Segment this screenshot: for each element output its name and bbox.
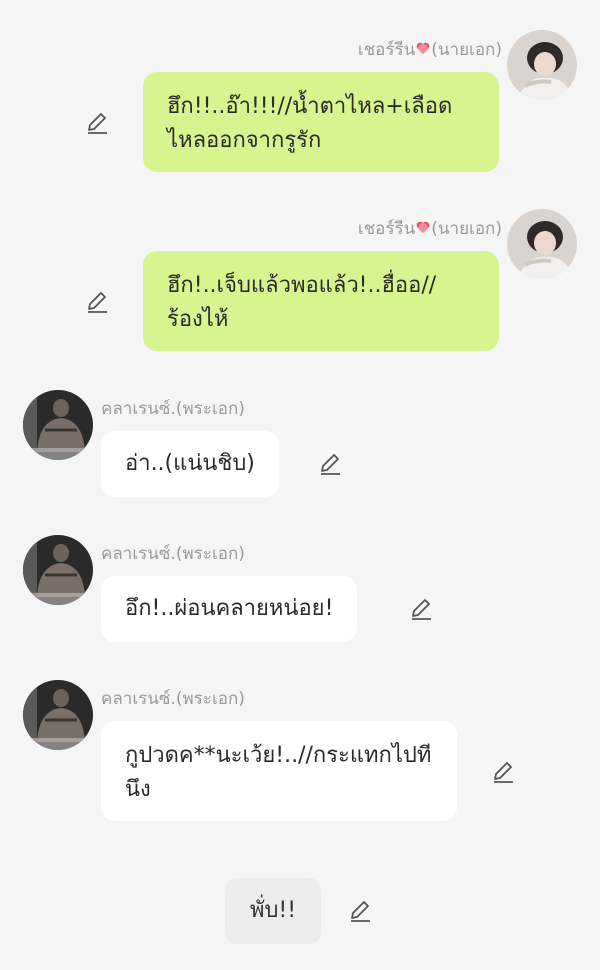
sender-name-text: เชอร์รีน <box>357 40 416 60</box>
sender-name: เชอร์รีน (นายเอก) <box>358 215 502 242</box>
edit-button[interactable] <box>317 451 343 477</box>
edit-button[interactable] <box>347 898 373 924</box>
avatar[interactable] <box>507 209 577 279</box>
message-text: ฮึก!!..อ๊า!!!//น้ำตาไหล+เลือดไหลออกจากรู… <box>167 94 453 153</box>
pencil-edit-icon <box>494 762 513 783</box>
sender-role: (นายเอก) <box>431 219 502 239</box>
sender-role: (นายเอก) <box>431 40 502 60</box>
edit-button[interactable] <box>490 759 516 785</box>
narration-text: พั่บ!! <box>249 898 297 923</box>
sender-name: คลาเรนซ์.(พระเอก) <box>101 689 245 709</box>
avatar[interactable] <box>23 535 93 605</box>
pencil-edit-icon <box>88 292 107 313</box>
avatar[interactable] <box>507 30 577 100</box>
message-text: กูปวดค**นะเว้ย!..//กระแทกไปทีนึง <box>125 743 432 802</box>
edit-button[interactable] <box>84 289 110 315</box>
message-text: อึก!..ผ่อนคลายหน่อย! <box>125 596 334 621</box>
heart-icon <box>415 219 431 240</box>
sender-name-text: เชอร์รีน <box>357 219 416 239</box>
message-bubble[interactable]: อ่า..(แน่นชิบ) <box>101 431 279 497</box>
edit-button[interactable] <box>84 110 110 136</box>
sender-name: คลาเรนซ์.(พระเอก) <box>101 399 245 419</box>
message-text: ฮึก!..เจ็บแล้วพอแล้ว!..ฮื่ออ//ร้องไห้ <box>167 273 437 332</box>
narration-bubble[interactable]: พั่บ!! <box>225 878 321 944</box>
pencil-edit-icon <box>321 454 340 475</box>
avatar[interactable] <box>23 390 93 460</box>
edit-button[interactable] <box>408 596 434 622</box>
message-bubble[interactable]: ฮึก!!..อ๊า!!!//น้ำตาไหล+เลือดไหลออกจากรู… <box>143 72 499 172</box>
pencil-edit-icon <box>412 599 431 620</box>
message-bubble[interactable]: อึก!..ผ่อนคลายหน่อย! <box>101 576 358 642</box>
avatar[interactable] <box>23 680 93 750</box>
message-bubble[interactable]: กูปวดค**นะเว้ย!..//กระแทกไปทีนึง <box>101 721 457 821</box>
pencil-edit-icon <box>88 113 107 134</box>
sender-name: เชอร์รีน (นายเอก) <box>358 36 502 63</box>
heart-icon <box>415 40 431 61</box>
message-bubble[interactable]: ฮึก!..เจ็บแล้วพอแล้ว!..ฮื่ออ//ร้องไห้ <box>143 251 499 351</box>
pencil-edit-icon <box>351 901 370 922</box>
sender-name: คลาเรนซ์.(พระเอก) <box>101 544 245 564</box>
message-text: อ่า..(แน่นชิบ) <box>125 451 255 476</box>
